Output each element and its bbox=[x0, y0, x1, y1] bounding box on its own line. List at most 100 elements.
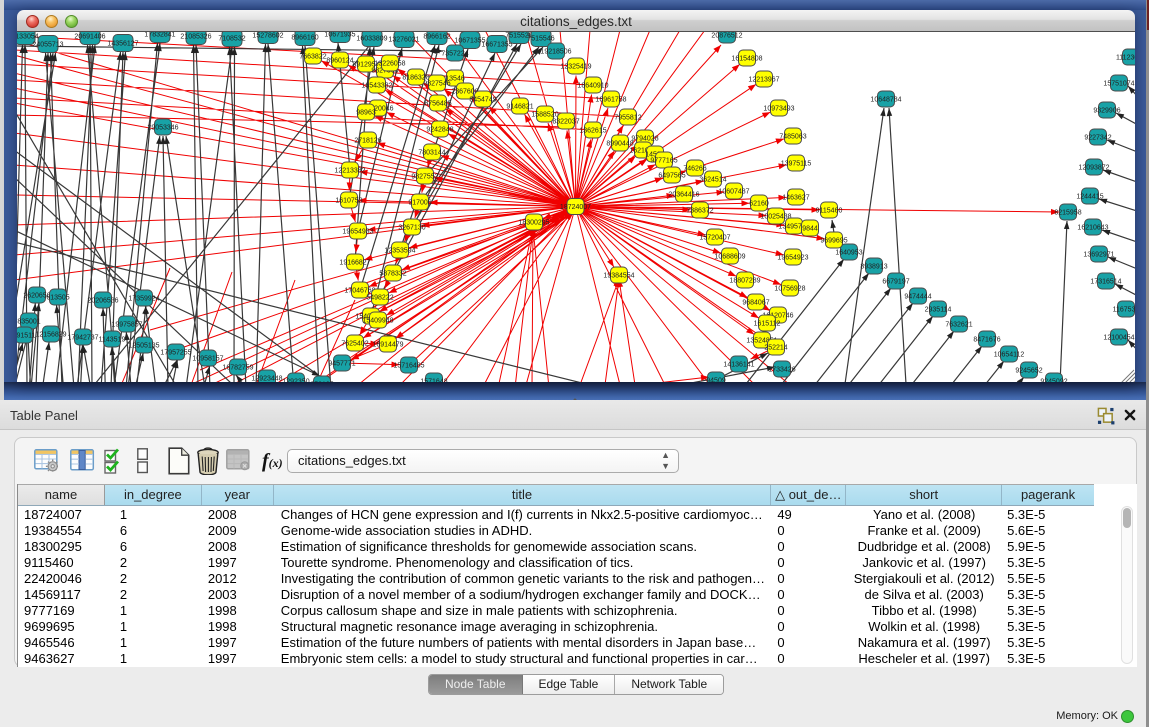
svg-text:9827546: 9827546 bbox=[423, 81, 450, 88]
svg-text:7955812: 7955812 bbox=[614, 115, 641, 122]
svg-text:12213382: 12213382 bbox=[334, 168, 365, 175]
svg-text:5878332: 5878332 bbox=[379, 271, 406, 278]
svg-text:8966160: 8966160 bbox=[291, 35, 318, 42]
svg-text:9844: 9844 bbox=[802, 226, 818, 233]
svg-text:835001: 835001 bbox=[17, 319, 40, 326]
svg-text:9684067: 9684067 bbox=[742, 300, 769, 307]
svg-text:62160: 62160 bbox=[749, 201, 769, 208]
svg-text:18300295: 18300295 bbox=[518, 220, 549, 227]
svg-text:7625402: 7625402 bbox=[341, 341, 368, 348]
svg-text:958105: 958105 bbox=[310, 382, 333, 383]
svg-text:12923448: 12923448 bbox=[251, 376, 282, 383]
svg-text:8471676: 8471676 bbox=[973, 337, 1000, 344]
svg-text:1640953: 1640953 bbox=[835, 250, 862, 257]
svg-text:12156829: 12156829 bbox=[35, 332, 66, 339]
svg-text:15278602: 15278602 bbox=[252, 33, 283, 40]
svg-text:2718126: 2718126 bbox=[354, 138, 381, 145]
svg-text:17359924: 17359924 bbox=[128, 296, 159, 303]
svg-text:1615112: 1615112 bbox=[754, 321, 781, 328]
svg-text:1292350: 1292350 bbox=[282, 379, 309, 383]
svg-text:1362615: 1362615 bbox=[579, 128, 606, 135]
svg-text:8215958: 8215958 bbox=[1054, 210, 1081, 217]
svg-text:9227342: 9227342 bbox=[1084, 135, 1111, 142]
svg-text:24055713: 24055713 bbox=[32, 42, 63, 49]
svg-text:20364416: 20364416 bbox=[668, 192, 699, 199]
svg-text:7108532: 7108532 bbox=[218, 36, 245, 43]
svg-text:7485063: 7485063 bbox=[779, 134, 806, 141]
svg-text:16782759: 16782759 bbox=[222, 365, 253, 372]
svg-text:9474444: 9474444 bbox=[904, 294, 931, 301]
svg-text:19384554: 19384554 bbox=[603, 273, 634, 280]
svg-text:19654923: 19654923 bbox=[777, 255, 808, 262]
svg-text:3624514: 3624514 bbox=[699, 177, 726, 184]
svg-text:10648784: 10648784 bbox=[870, 97, 901, 104]
svg-text:19218506: 19218506 bbox=[540, 49, 571, 56]
svg-text:12100454: 12100454 bbox=[1103, 335, 1134, 342]
svg-text:10607487: 10607487 bbox=[718, 189, 749, 196]
svg-text:2935114: 2935114 bbox=[925, 307, 952, 314]
svg-text:252214: 252214 bbox=[764, 345, 787, 352]
svg-text:98963: 98963 bbox=[356, 110, 376, 117]
svg-text:18724007: 18724007 bbox=[560, 204, 591, 211]
svg-text:7803144: 7803144 bbox=[418, 150, 445, 157]
svg-text:8322037: 8322037 bbox=[552, 119, 579, 126]
svg-text:12353594: 12353594 bbox=[384, 248, 415, 255]
svg-text:15751074: 15751074 bbox=[1103, 81, 1134, 88]
svg-text:11123054: 11123054 bbox=[1116, 55, 1135, 62]
svg-text:14356127: 14356127 bbox=[107, 41, 138, 48]
svg-text:9777165: 9777165 bbox=[650, 158, 677, 165]
svg-text:10958157: 10958157 bbox=[192, 356, 223, 363]
svg-text:8960124: 8960124 bbox=[326, 58, 353, 65]
svg-text:7357224: 7357224 bbox=[441, 51, 468, 58]
svg-text:19654933: 19654933 bbox=[342, 229, 373, 236]
svg-text:1571648: 1571648 bbox=[420, 379, 447, 383]
svg-text:16210643: 16210643 bbox=[1077, 225, 1108, 232]
svg-text:17832841: 17832841 bbox=[144, 32, 175, 39]
svg-text:1143519: 1143519 bbox=[99, 337, 126, 344]
svg-text:10688609: 10688609 bbox=[714, 254, 745, 261]
svg-text:14136141: 14136141 bbox=[723, 362, 754, 369]
svg-text:9242848: 9242848 bbox=[426, 127, 453, 134]
svg-text:10654112: 10654112 bbox=[994, 352, 1025, 359]
svg-text:16154808: 16154808 bbox=[731, 56, 762, 63]
svg-text:16033809: 16033809 bbox=[356, 36, 387, 43]
svg-text:16671355: 16671355 bbox=[481, 42, 512, 49]
svg-text:15716485: 15716485 bbox=[393, 363, 424, 370]
svg-text:20691406: 20691406 bbox=[74, 34, 105, 41]
svg-text:18640910: 18640910 bbox=[577, 83, 608, 90]
svg-text:9457771: 9457771 bbox=[328, 361, 355, 368]
svg-text:8938913: 8938913 bbox=[860, 264, 887, 271]
svg-text:20206536: 20206536 bbox=[87, 298, 118, 305]
svg-text:12213967: 12213967 bbox=[748, 77, 779, 84]
svg-text:9245092: 9245092 bbox=[1040, 379, 1067, 383]
svg-text:19166827: 19166827 bbox=[339, 260, 370, 267]
svg-text:1588520: 1588520 bbox=[531, 112, 558, 119]
svg-text:16543382: 16543382 bbox=[361, 83, 392, 90]
svg-text:8990448: 8990448 bbox=[606, 141, 633, 148]
svg-text:9794028: 9794028 bbox=[631, 136, 658, 143]
svg-text:9827552: 9827552 bbox=[411, 174, 438, 181]
svg-text:7663822: 7663822 bbox=[299, 54, 326, 61]
svg-text:9146821: 9146821 bbox=[506, 104, 533, 111]
svg-text:16961758: 16961758 bbox=[595, 97, 626, 104]
svg-text:10756928: 10756928 bbox=[774, 286, 805, 293]
svg-text:15409948: 15409948 bbox=[362, 318, 393, 325]
svg-text:7386372: 7386372 bbox=[686, 208, 713, 215]
svg-text:15720407: 15720407 bbox=[699, 235, 730, 242]
svg-text:1610753: 1610753 bbox=[335, 198, 362, 205]
svg-text:7632621: 7632621 bbox=[945, 322, 972, 329]
svg-text:7515546: 7515546 bbox=[527, 36, 554, 43]
svg-text:1733426: 1733426 bbox=[768, 367, 795, 374]
svg-text:29053346: 29053346 bbox=[147, 125, 178, 132]
svg-text:9699695: 9699695 bbox=[820, 238, 847, 245]
svg-text:17942737: 17942737 bbox=[67, 335, 98, 342]
svg-text:1244415: 1244415 bbox=[1076, 194, 1103, 201]
svg-text:9245652: 9245652 bbox=[1015, 368, 1042, 375]
svg-text:8454749: 8454749 bbox=[469, 97, 496, 104]
svg-text:917006: 917006 bbox=[408, 200, 431, 207]
svg-text:3267130: 3267130 bbox=[398, 225, 425, 232]
svg-text:746266: 746266 bbox=[683, 166, 706, 173]
svg-text:94509: 94509 bbox=[706, 378, 726, 383]
svg-text:9329906: 9329906 bbox=[1093, 108, 1120, 115]
svg-text:12093872: 12093872 bbox=[1078, 165, 1109, 172]
